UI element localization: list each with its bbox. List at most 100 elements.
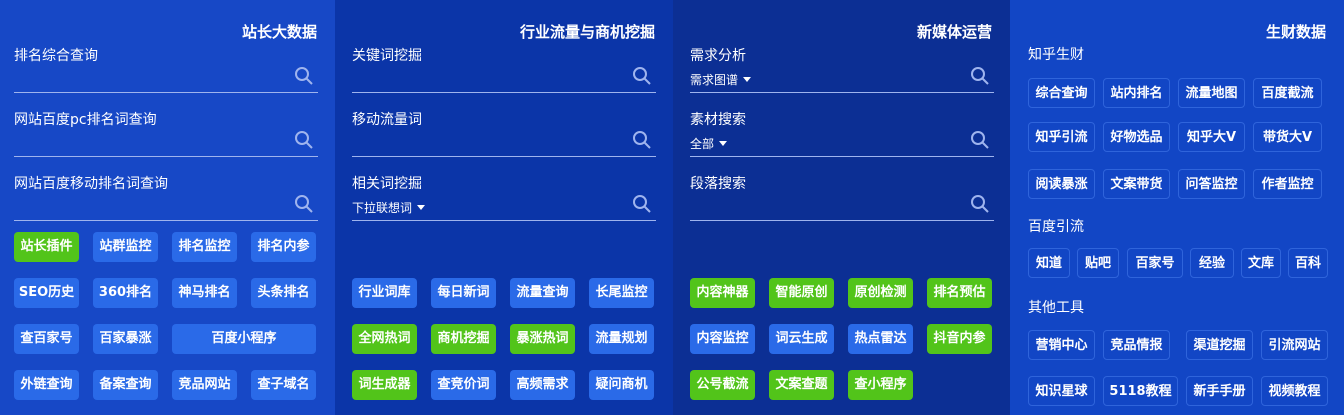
tool-button[interactable]: 疑问商机 — [589, 370, 654, 400]
tool-button[interactable]: 知道 — [1028, 248, 1070, 278]
tool-button[interactable]: 公号截流 — [690, 370, 755, 400]
tool-button[interactable]: 站群监控 — [93, 232, 158, 262]
tool-button[interactable]: 5118教程 — [1103, 376, 1178, 406]
field-label: 排名综合查询 — [14, 48, 98, 64]
tool-button[interactable]: 视频教程 — [1261, 376, 1328, 406]
tool-button[interactable]: 流量规划 — [589, 324, 654, 354]
tool-button[interactable]: 智能原创 — [769, 278, 834, 308]
search-icon[interactable] — [970, 66, 990, 86]
related-words-field[interactable]: 相关词挖掘 下拉联想词 — [352, 173, 656, 221]
dropdown-select[interactable]: 需求图谱 — [690, 71, 752, 88]
pc-rank-field[interactable]: 网站百度pc排名词查询 — [14, 109, 318, 157]
tool-button[interactable]: 排名预估 — [927, 278, 992, 308]
input-underline — [690, 156, 994, 157]
section-label: 其他工具 — [1028, 300, 1084, 316]
tool-button[interactable]: 知乎大V — [1178, 122, 1245, 152]
search-icon[interactable] — [294, 194, 314, 214]
material-search-field[interactable]: 素材搜索 全部 — [690, 109, 994, 157]
tool-button[interactable]: 长尾监控 — [589, 278, 654, 308]
tool-button[interactable]: 热点雷达 — [848, 324, 913, 354]
tool-button[interactable]: 暴涨热词 — [510, 324, 575, 354]
dropdown-value: 下拉联想词 — [352, 201, 413, 215]
demand-analysis-field[interactable]: 需求分析 需求图谱 — [690, 45, 994, 93]
tool-button[interactable]: 查小程序 — [848, 370, 913, 400]
field-label: 需求分析 — [690, 48, 746, 64]
search-icon[interactable] — [632, 66, 652, 86]
panel-webmaster-data: 站长大数据 排名综合查询 网站百度pc排名词查询 网站百度移动排名词查询 站长插… — [0, 0, 335, 415]
tool-button[interactable]: 阅读暴涨 — [1028, 169, 1095, 199]
tool-button[interactable]: 商机挖掘 — [431, 324, 496, 354]
tool-button[interactable]: 词生成器 — [352, 370, 417, 400]
tool-button[interactable]: 排名内参 — [251, 232, 316, 262]
input-underline — [352, 156, 656, 157]
input-underline — [690, 220, 994, 221]
tool-button[interactable]: SEO历史 — [14, 278, 79, 308]
tool-button[interactable]: 内容监控 — [690, 324, 755, 354]
tool-button[interactable]: 原创检测 — [848, 278, 913, 308]
tool-button[interactable]: 流量查询 — [510, 278, 575, 308]
tool-button[interactable]: 百家暴涨 — [93, 324, 158, 354]
keyword-mining-field[interactable]: 关键词挖掘 — [352, 45, 656, 93]
tool-button[interactable]: 站长插件 — [14, 232, 79, 262]
input-underline — [14, 220, 318, 221]
tool-button[interactable]: 知识星球 — [1028, 376, 1095, 406]
tool-button[interactable]: 查竞价词 — [431, 370, 496, 400]
tool-button[interactable]: 百度截流 — [1253, 78, 1322, 108]
dropdown-select[interactable]: 全部 — [690, 135, 728, 152]
tool-button[interactable]: 营销中心 — [1028, 330, 1095, 360]
tool-button[interactable]: 带货大V — [1253, 122, 1322, 152]
tool-button[interactable]: 全网热词 — [352, 324, 417, 354]
search-icon[interactable] — [294, 130, 314, 150]
tool-button[interactable]: 排名监控 — [172, 232, 237, 262]
tool-button[interactable]: 外链查询 — [14, 370, 79, 400]
tool-button[interactable]: 贴吧 — [1077, 248, 1119, 278]
tool-button[interactable]: 头条排名 — [251, 278, 316, 308]
search-icon[interactable] — [632, 194, 652, 214]
dropdown-value: 全部 — [690, 137, 715, 151]
tool-button[interactable]: 每日新词 — [431, 278, 496, 308]
tool-button[interactable]: 抖音内参 — [927, 324, 992, 354]
tool-button[interactable]: 百家号 — [1127, 248, 1183, 278]
tool-button[interactable]: 新手手册 — [1186, 376, 1253, 406]
input-underline — [352, 92, 656, 93]
rank-query-field[interactable]: 排名综合查询 — [14, 45, 318, 93]
tool-button[interactable]: 360排名 — [93, 278, 158, 308]
tool-button[interactable]: 问答监控 — [1178, 169, 1245, 199]
tool-button[interactable]: 词云生成 — [769, 324, 834, 354]
tool-button[interactable]: 流量地图 — [1178, 78, 1245, 108]
tool-button[interactable]: 文案查题 — [769, 370, 834, 400]
search-icon[interactable] — [632, 130, 652, 150]
tool-button[interactable]: 引流网站 — [1261, 330, 1328, 360]
dropdown-select[interactable]: 下拉联想词 — [352, 199, 426, 216]
tool-button[interactable]: 竞品情报 — [1103, 330, 1170, 360]
tool-button[interactable]: 内容神器 — [690, 278, 755, 308]
tool-button[interactable]: 站内排名 — [1103, 78, 1170, 108]
field-label: 网站百度移动排名词查询 — [14, 176, 168, 192]
search-icon[interactable] — [294, 66, 314, 86]
field-label: 素材搜索 — [690, 112, 746, 128]
tool-button[interactable]: 备案查询 — [93, 370, 158, 400]
mobile-traffic-field[interactable]: 移动流量词 — [352, 109, 656, 157]
tool-button[interactable]: 经验 — [1190, 248, 1234, 278]
search-icon[interactable] — [970, 194, 990, 214]
mobile-rank-field[interactable]: 网站百度移动排名词查询 — [14, 173, 318, 221]
tool-button[interactable]: 文库 — [1241, 248, 1281, 278]
tool-button[interactable]: 好物选品 — [1103, 122, 1170, 152]
tool-button[interactable]: 百度小程序 — [172, 324, 316, 354]
tool-button[interactable]: 行业词库 — [352, 278, 417, 308]
tool-button[interactable]: 渠道挖掘 — [1186, 330, 1253, 360]
search-icon[interactable] — [970, 130, 990, 150]
tool-button[interactable]: 作者监控 — [1253, 169, 1322, 199]
tool-button[interactable]: 查百家号 — [14, 324, 79, 354]
caret-down-icon — [417, 205, 426, 210]
input-underline — [352, 220, 656, 221]
tool-button[interactable]: 知乎引流 — [1028, 122, 1095, 152]
tool-button[interactable]: 百科 — [1288, 248, 1328, 278]
tool-button[interactable]: 高频需求 — [510, 370, 575, 400]
tool-button[interactable]: 神马排名 — [172, 278, 237, 308]
paragraph-search-field[interactable]: 段落搜索 — [690, 173, 994, 221]
tool-button[interactable]: 竞品网站 — [172, 370, 237, 400]
tool-button[interactable]: 文案带货 — [1103, 169, 1170, 199]
tool-button[interactable]: 查子域名 — [251, 370, 316, 400]
tool-button[interactable]: 综合查询 — [1028, 78, 1095, 108]
